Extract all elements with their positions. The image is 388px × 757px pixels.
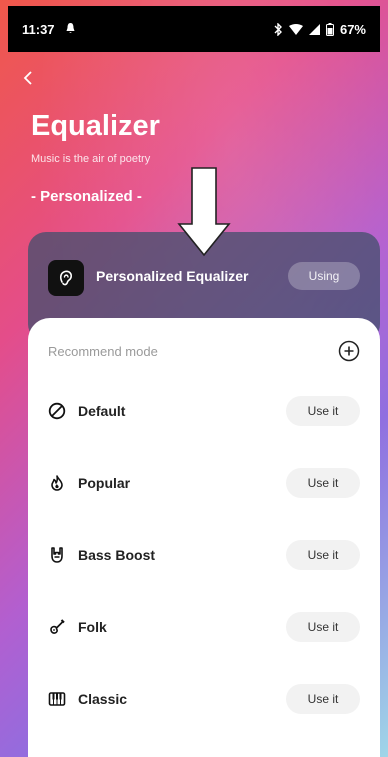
active-equalizer-name: Personalized Equalizer (96, 268, 249, 284)
status-time: 11:37 (22, 21, 55, 37)
add-circle-icon[interactable] (338, 340, 360, 362)
page-title: Equalizer (31, 110, 160, 142)
notification-icon (65, 22, 76, 37)
recommend-mode-sheet: Recommend mode Default Use it Popular Us… (28, 318, 380, 757)
wifi-icon (288, 23, 303, 35)
mode-row-folk[interactable]: Folk Use it (48, 611, 360, 643)
recommend-mode-title: Recommend mode (48, 344, 158, 359)
section-label: - Personalized - (31, 188, 142, 205)
page-subtitle: Music is the air of poetry (31, 153, 151, 165)
mode-label: Folk (78, 619, 107, 635)
use-it-button[interactable]: Use it (286, 612, 360, 642)
use-it-button[interactable]: Use it (286, 540, 360, 570)
using-button[interactable]: Using (288, 262, 360, 290)
flame-icon (48, 474, 66, 492)
use-it-button[interactable]: Use it (286, 468, 360, 498)
piano-icon (48, 690, 66, 708)
mode-label: Classic (78, 691, 128, 707)
use-it-button[interactable]: Use it (286, 396, 360, 426)
mode-row-default[interactable]: Default Use it (48, 395, 360, 427)
chevron-left-icon (23, 71, 32, 85)
mode-label: Bass Boost (78, 547, 156, 563)
sheet-header: Recommend mode (48, 340, 360, 364)
no-sign-icon (48, 402, 66, 420)
screen: 11:37 67% Equalizer Music is the air of … (0, 0, 388, 757)
down-arrow-annotation (177, 167, 231, 257)
guitar-icon (48, 618, 66, 636)
battery-percent: 67% (339, 21, 366, 37)
battery-icon (325, 22, 334, 36)
status-bar: 11:37 67% (8, 6, 380, 52)
use-it-button[interactable]: Use it (286, 684, 360, 714)
signal-icon (308, 23, 320, 35)
mode-label: Default (78, 403, 126, 419)
back-button[interactable] (22, 66, 34, 92)
mode-label: Popular (78, 475, 131, 491)
mode-row-classic[interactable]: Classic Use it (48, 683, 360, 715)
mode-row-bass-boost[interactable]: Bass Boost Use it (48, 539, 360, 571)
rock-hand-icon (48, 546, 66, 564)
ear-icon (48, 260, 84, 296)
bluetooth-icon (274, 22, 282, 36)
mode-row-popular[interactable]: Popular Use it (48, 467, 360, 499)
status-icons: 67% (273, 22, 366, 37)
